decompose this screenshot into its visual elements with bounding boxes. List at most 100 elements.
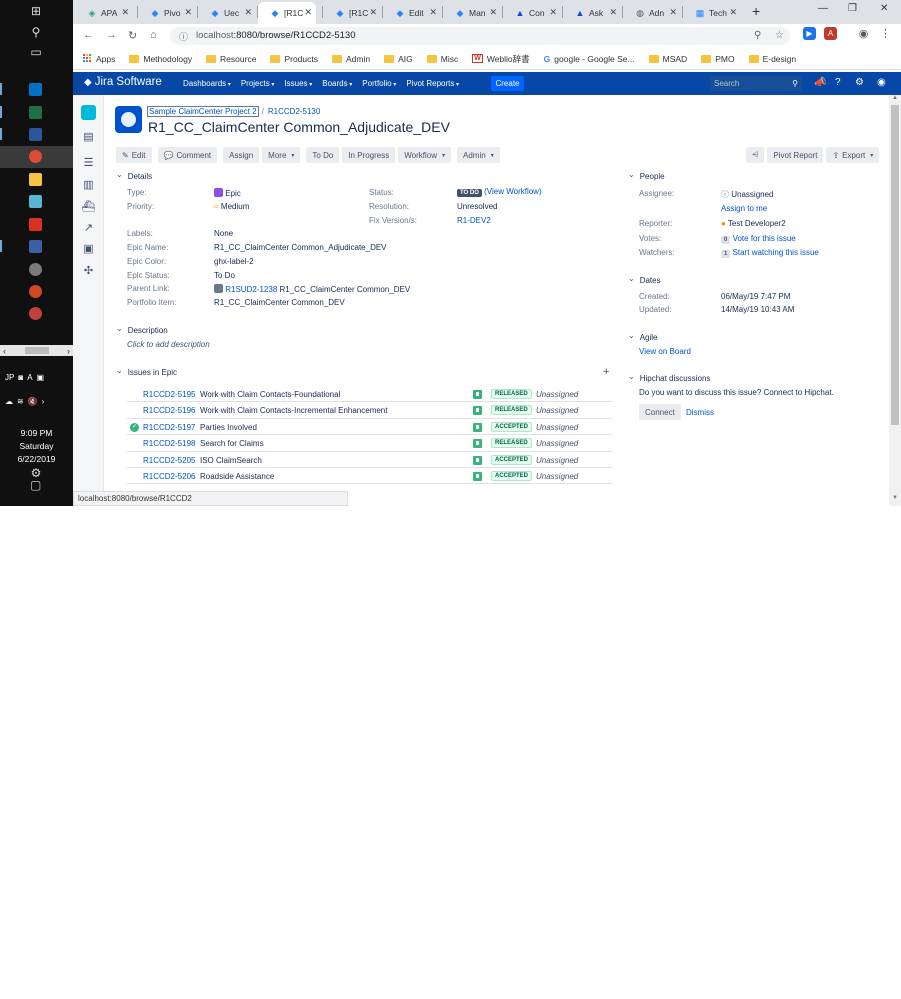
parent-link-key[interactable]: R1SUD2-1238 (225, 285, 277, 294)
close-tab-icon[interactable]: ✕ (304, 7, 312, 18)
bookmark-star-icon[interactable]: ☆ (775, 30, 784, 41)
breadcrumb-issue-key[interactable]: R1CCD2-5130 (268, 107, 320, 116)
vote-link[interactable]: Vote for this issue (733, 234, 796, 243)
clock[interactable]: 9:09 PM Saturday 6/22/2019 (0, 427, 73, 466)
agile-header[interactable]: Agile (628, 333, 658, 342)
task-view-icon[interactable]: ▭ (28, 45, 44, 59)
epic-name-value[interactable]: R1_CC_ClaimCenter Common_Adjudicate_DEV (214, 243, 387, 252)
close-tab-icon[interactable]: ✕ (549, 7, 557, 18)
wifi-icon[interactable]: ≋ (17, 397, 24, 406)
close-tab-icon[interactable]: ✕ (669, 7, 677, 18)
more-button[interactable]: More (262, 147, 301, 163)
epic-issue-row[interactable]: R1CCD2-5206 Roadside Assistance ACCEPTED Un… (127, 468, 612, 485)
in-progress-button[interactable]: In Progress (342, 147, 396, 163)
bookmark-item[interactable]: PMO (701, 54, 735, 64)
people-header[interactable]: People (628, 172, 665, 181)
assign-to-me-link[interactable]: Assign to me (721, 204, 767, 213)
export-button[interactable]: ⇪ Export (826, 147, 880, 163)
description-header[interactable]: Description (116, 326, 168, 335)
issue-key-link[interactable]: R1CCD2-5205 (143, 456, 195, 465)
extension-zoom-icon[interactable]: ▶ (803, 27, 816, 40)
outlook-icon[interactable] (29, 83, 42, 96)
tray-app-icon[interactable]: ▣ (37, 373, 45, 382)
board-icon[interactable]: ▥ (82, 178, 95, 191)
assign-button[interactable]: Assign (223, 147, 260, 163)
ime-icon[interactable]: ◙ (18, 373, 23, 382)
profile-icon[interactable]: ◉ (857, 27, 870, 40)
epic-issue-row[interactable]: R1CCD2-5205 ISO ClaimSearch ACCEPTED Unassi… (127, 452, 612, 468)
browser-tab[interactable]: ◆ [R1C ✕ (258, 2, 316, 24)
bookmark-item[interactable]: E-design (748, 54, 796, 64)
dates-header[interactable]: Dates (628, 276, 661, 285)
issues-icon[interactable]: ▣ (82, 242, 95, 255)
project-avatar[interactable] (81, 105, 96, 120)
admin-button[interactable]: Admin (457, 147, 500, 163)
menu-kebab-icon[interactable]: ⋮ (879, 27, 892, 40)
jira-logo[interactable]: ◆ Jira Software (84, 76, 162, 88)
issue-key-link[interactable]: R1CCD2-5196 (143, 406, 195, 415)
browser-tab[interactable]: ▲ Ask ✕ (563, 2, 621, 24)
reports-icon[interactable]: ↗ (82, 221, 95, 234)
help-icon[interactable]: ? (835, 77, 841, 88)
bookmark-item[interactable]: Ggoogle - Google Se... (544, 54, 635, 64)
browser-tab[interactable]: ▲ Con ✕ (503, 2, 561, 24)
connect-button[interactable]: Connect (639, 404, 681, 420)
back-button[interactable]: ← (83, 29, 94, 41)
reporter-value[interactable]: ● Test Developer2 (721, 219, 786, 228)
epic-issue-row[interactable]: ✓ R1CCD2-5197 Parties Involved ACCEPTED Unas… (127, 419, 612, 436)
close-tab-icon[interactable]: ✕ (244, 7, 252, 18)
browser-tab[interactable]: ◆ Man ✕ (443, 2, 501, 24)
search-input[interactable]: Search ⚲ (710, 76, 802, 91)
close-tab-icon[interactable]: ✕ (729, 7, 737, 18)
issue-key-link[interactable]: R1CCD2-5195 (143, 390, 195, 399)
zoom-icon[interactable]: ⚲ (754, 30, 761, 41)
create-button[interactable]: Create (491, 76, 524, 91)
bookmark-item[interactable]: Apps (83, 54, 115, 64)
issue-summary[interactable]: Search for Claims (200, 439, 264, 448)
description-placeholder[interactable]: Click to add description (127, 340, 210, 349)
epic-issue-row[interactable]: R1CCD2-5195 Work with Claim Contacts-Foun… (127, 386, 612, 403)
bookmark-item[interactable]: AIG (384, 54, 413, 64)
page-scrollbar[interactable]: ▲ ▼ (889, 95, 901, 506)
share-button[interactable]: ⩤ (746, 147, 765, 163)
maximize-button[interactable]: ❐ (848, 3, 857, 14)
issue-summary[interactable]: Work with Claim Contacts-Foundational (200, 390, 340, 399)
issue-key-link[interactable]: R1CCD2-5197 (143, 423, 195, 432)
chrome-icon[interactable] (29, 150, 42, 163)
bookmark-item[interactable]: Admin (331, 54, 370, 64)
pivot-report-button[interactable]: Pivot Report (767, 147, 824, 163)
labels-value[interactable]: None (214, 229, 233, 238)
user-avatar-icon[interactable]: ◉ (877, 77, 886, 88)
word-icon[interactable] (29, 128, 42, 141)
edit-button[interactable]: ✎ Edit (116, 147, 152, 163)
reload-button[interactable]: ↻ (128, 29, 137, 42)
scroll-up-icon[interactable]: ▲ (892, 95, 898, 101)
taskbar-scrollbar[interactable]: ‹ › (0, 345, 73, 356)
ime-mode-icon[interactable]: A (27, 373, 32, 382)
browser-tab[interactable]: ◆ Uec ✕ (198, 2, 256, 24)
nav-portfolio[interactable]: Portfolio (362, 79, 396, 88)
acrobat-icon[interactable] (29, 218, 42, 231)
todo-button[interactable]: To Do (306, 147, 340, 163)
omnibox[interactable]: ⓘ localhost:8080/browse/R1CCD2-5130 ⚲ ☆ (170, 27, 790, 45)
volume-muted-icon[interactable]: 🔇 (28, 397, 38, 406)
windows-start-icon[interactable]: ⊞ (28, 4, 44, 18)
issue-summary[interactable]: Work with Claim Contacts-Incremental Enh… (200, 406, 387, 415)
close-tab-icon[interactable]: ✕ (609, 7, 617, 18)
fix-version-link[interactable]: R1-DEV2 (457, 216, 491, 225)
epic-issue-row[interactable]: R1CCD2-5198 Search for Claims RELEASED Unas… (127, 435, 612, 452)
list-icon[interactable]: ☰ (82, 156, 95, 169)
issue-summary[interactable]: Parties Involved (200, 423, 257, 432)
components-icon[interactable]: ✣ (82, 264, 95, 277)
nav-boards[interactable]: Boards (322, 79, 352, 88)
close-window-button[interactable]: ✕ (880, 3, 888, 14)
file-explorer-icon[interactable] (29, 173, 42, 186)
forward-button[interactable]: → (106, 29, 117, 41)
issue-key-link[interactable]: R1CCD2-5206 (143, 472, 195, 481)
epic-issue-row[interactable]: R1CCD2-5196 Work with Claim Contacts-Incr… (127, 402, 612, 419)
view-workflow-link[interactable]: (View Workflow) (484, 187, 542, 196)
chevron-left-icon[interactable]: ‹ (3, 346, 6, 356)
browser-tab[interactable]: ◆ [R1C ✕ (323, 2, 381, 24)
scroll-down-icon[interactable]: ▼ (892, 495, 898, 501)
browser-tab[interactable]: ▦ Tech ✕ (683, 2, 741, 24)
